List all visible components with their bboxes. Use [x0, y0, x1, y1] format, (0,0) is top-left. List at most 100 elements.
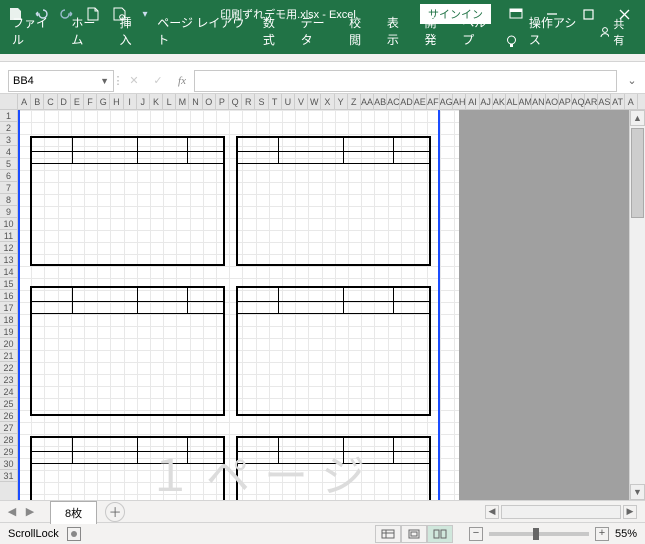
tab-home[interactable]: ホーム — [63, 9, 111, 54]
chevron-down-icon[interactable]: ▼ — [100, 76, 109, 86]
row-header[interactable]: 15 — [0, 278, 17, 290]
tab-help[interactable]: ヘルプ — [454, 9, 503, 54]
column-header[interactable]: AD — [400, 94, 413, 109]
scroll-down-icon[interactable]: ▼ — [630, 484, 645, 500]
tab-data[interactable]: データ — [293, 9, 342, 54]
fx-icon[interactable]: fx — [170, 70, 194, 92]
column-header[interactable]: AI — [466, 94, 479, 109]
tab-formulas[interactable]: 数式 — [255, 9, 293, 54]
zoom-out-button[interactable]: − — [469, 527, 483, 541]
column-header[interactable]: AK — [493, 94, 506, 109]
row-header[interactable]: 18 — [0, 314, 17, 326]
column-header[interactable]: AJ — [480, 94, 493, 109]
column-header[interactable]: AM — [519, 94, 532, 109]
row-header[interactable]: 31 — [0, 470, 17, 482]
column-header[interactable]: E — [71, 94, 84, 109]
row-header[interactable]: 29 — [0, 446, 17, 458]
column-header[interactable]: Z — [348, 94, 361, 109]
expand-formula-bar-icon[interactable]: ⌄ — [623, 74, 641, 87]
row-header[interactable]: 14 — [0, 266, 17, 278]
sheet-nav-prev-icon[interactable]: ◀ — [4, 505, 20, 518]
row-header[interactable]: 3 — [0, 134, 17, 146]
tell-me-icon[interactable] — [503, 34, 521, 54]
hscroll-left-icon[interactable]: ◀ — [485, 505, 499, 519]
column-header[interactable]: AO — [546, 94, 559, 109]
row-header[interactable]: 26 — [0, 410, 17, 422]
row-header[interactable]: 28 — [0, 434, 17, 446]
column-header[interactable]: X — [321, 94, 334, 109]
row-header[interactable]: 25 — [0, 398, 17, 410]
column-header[interactable]: O — [203, 94, 216, 109]
row-header[interactable]: 16 — [0, 290, 17, 302]
page-break-preview-icon[interactable] — [427, 525, 453, 543]
row-header[interactable]: 19 — [0, 326, 17, 338]
row-header[interactable]: 6 — [0, 170, 17, 182]
hscroll-track[interactable] — [501, 505, 621, 519]
column-header[interactable]: C — [44, 94, 57, 109]
column-header[interactable]: R — [242, 94, 255, 109]
zoom-in-button[interactable]: + — [595, 527, 609, 541]
tell-me-input[interactable]: 操作アシス — [521, 9, 591, 54]
row-header[interactable]: 24 — [0, 386, 17, 398]
tab-developer[interactable]: 開発 — [417, 9, 455, 54]
share-button[interactable]: 共有 — [591, 11, 641, 54]
column-header[interactable]: F — [84, 94, 97, 109]
column-header[interactable]: AB — [374, 94, 387, 109]
row-header[interactable]: 4 — [0, 146, 17, 158]
tab-insert[interactable]: 挿入 — [112, 9, 150, 54]
add-sheet-button[interactable]: ＋ — [105, 502, 125, 522]
column-header[interactable]: W — [308, 94, 321, 109]
cells-area[interactable]: １ページ ▲ ▼ — [18, 110, 645, 500]
horizontal-scrollbar[interactable]: ◀ ▶ — [125, 505, 641, 519]
column-header[interactable]: H — [110, 94, 123, 109]
page-layout-view-icon[interactable] — [401, 525, 427, 543]
tab-file[interactable]: ファイル — [4, 9, 63, 54]
column-header[interactable]: T — [269, 94, 282, 109]
sheet-nav-next-icon[interactable]: ▶ — [22, 505, 38, 518]
select-all-corner[interactable] — [0, 94, 18, 109]
hscroll-right-icon[interactable]: ▶ — [623, 505, 637, 519]
formula-input[interactable] — [194, 70, 617, 92]
row-header[interactable]: 5 — [0, 158, 17, 170]
row-header[interactable]: 8 — [0, 194, 17, 206]
column-header[interactable]: B — [31, 94, 44, 109]
column-header[interactable]: U — [282, 94, 295, 109]
row-header[interactable]: 20 — [0, 338, 17, 350]
column-header[interactable]: AR — [585, 94, 598, 109]
row-header[interactable]: 7 — [0, 182, 17, 194]
column-header[interactable]: AP — [559, 94, 572, 109]
row-header[interactable]: 10 — [0, 218, 17, 230]
row-header[interactable]: 30 — [0, 458, 17, 470]
zoom-thumb[interactable] — [533, 528, 539, 540]
column-header[interactable]: Q — [229, 94, 242, 109]
scroll-thumb[interactable] — [631, 128, 644, 218]
row-header[interactable]: 12 — [0, 242, 17, 254]
row-header[interactable]: 27 — [0, 422, 17, 434]
column-header[interactable]: AL — [506, 94, 519, 109]
row-header[interactable]: 23 — [0, 374, 17, 386]
row-header[interactable]: 22 — [0, 362, 17, 374]
column-header[interactable]: AH — [453, 94, 466, 109]
row-header[interactable]: 9 — [0, 206, 17, 218]
column-header[interactable]: AQ — [572, 94, 585, 109]
column-header[interactable]: AS — [598, 94, 611, 109]
column-header[interactable]: AA — [361, 94, 374, 109]
column-header[interactable]: J — [137, 94, 150, 109]
column-header[interactable]: K — [150, 94, 163, 109]
normal-view-icon[interactable] — [375, 525, 401, 543]
column-header[interactable]: I — [124, 94, 137, 109]
column-header[interactable]: AG — [440, 94, 453, 109]
column-header[interactable]: AE — [414, 94, 427, 109]
column-header[interactable]: A — [625, 94, 638, 109]
row-header[interactable]: 21 — [0, 350, 17, 362]
column-header[interactable]: AN — [532, 94, 545, 109]
column-header[interactable]: AC — [387, 94, 400, 109]
name-box[interactable]: BB4 ▼ — [8, 70, 114, 92]
column-header[interactable]: A — [18, 94, 31, 109]
tab-view[interactable]: 表示 — [379, 9, 417, 54]
zoom-slider[interactable] — [489, 532, 589, 536]
row-header[interactable]: 1 — [0, 110, 17, 122]
column-header[interactable]: S — [255, 94, 268, 109]
column-header[interactable]: N — [189, 94, 202, 109]
column-header[interactable]: D — [58, 94, 71, 109]
